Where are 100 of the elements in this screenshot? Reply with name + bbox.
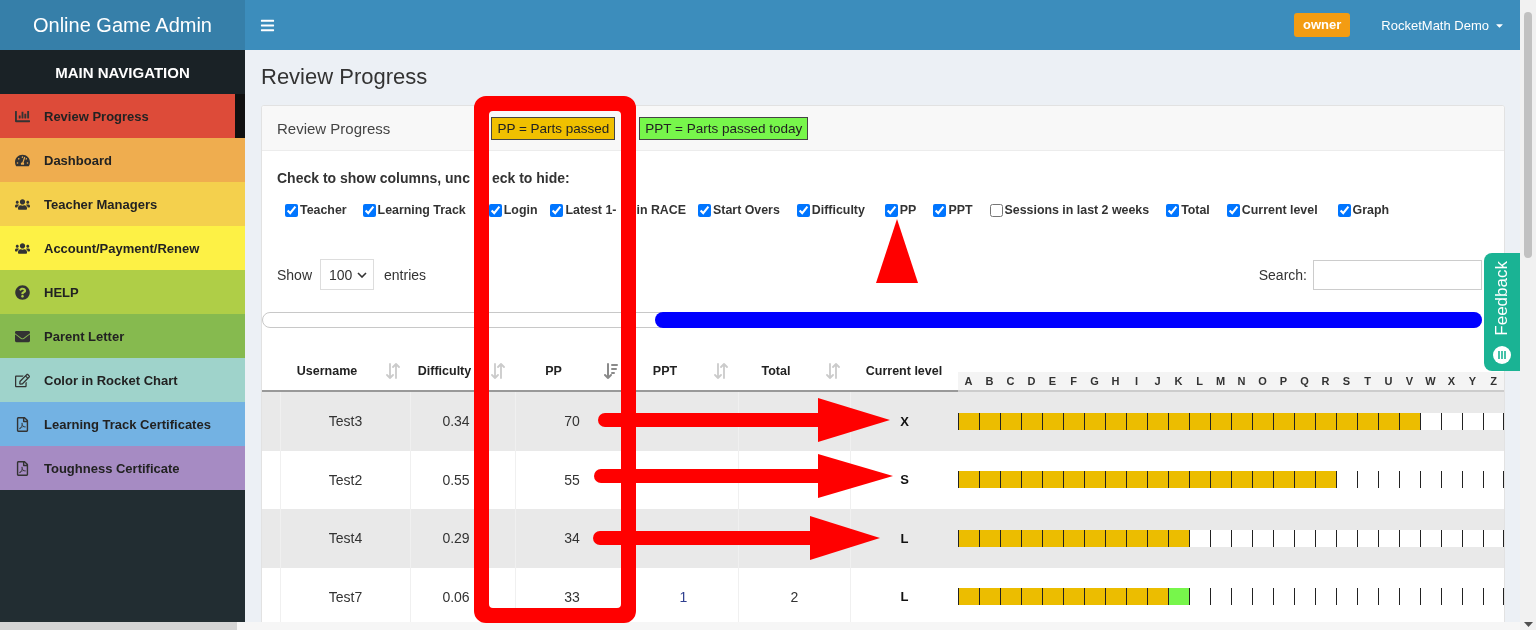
nav-item[interactable]: Color in Rocket Chart: [0, 358, 245, 402]
checkbox-label[interactable]: Total: [1181, 203, 1210, 217]
table-cell: Test4: [328, 530, 363, 547]
table-cell: 55: [564, 471, 580, 488]
checkbox-label[interactable]: Teacher: [300, 203, 347, 217]
brand-title[interactable]: Online Game Admin: [0, 0, 245, 50]
checkbox-label[interactable]: Sessions in last 2 weeks: [1004, 203, 1150, 217]
column-letter: J: [1153, 374, 1162, 389]
checkbox-label[interactable]: Difficulty: [811, 203, 865, 217]
column-letter: I: [1133, 374, 1140, 389]
column-letter: X: [1446, 374, 1457, 389]
nav-item[interactable]: Dashboard: [0, 138, 245, 182]
column-letter: C: [1005, 374, 1016, 389]
vertical-scrollbar[interactable]: [1520, 0, 1536, 630]
legend-tag: PPT = Parts passed today: [639, 116, 809, 140]
checkbox[interactable]: [362, 203, 376, 217]
column-header: Current level: [865, 364, 943, 378]
checkbox-label[interactable]: in RACE: [636, 203, 687, 217]
checkbox-label[interactable]: PP: [899, 203, 917, 217]
column-letter: B: [984, 374, 995, 389]
table-cell: 1: [679, 588, 688, 605]
nav-item[interactable]: Parent Letter: [0, 314, 245, 358]
checkbox[interactable]: [488, 203, 502, 217]
checkbox[interactable]: [698, 203, 712, 217]
checkbox-label[interactable]: Latest 1-: [565, 203, 617, 217]
checkbox-label[interactable]: Graph: [1352, 203, 1390, 217]
caret-down-icon[interactable]: [1523, 622, 1533, 627]
legend-tag: PP = Parts passed: [491, 116, 616, 140]
checkbox[interactable]: [989, 203, 1003, 217]
column-letter: D: [1026, 374, 1037, 389]
nav-item[interactable]: Account/Payment/Renew: [0, 226, 245, 270]
column-letter: F: [1069, 374, 1078, 389]
column-letter: L: [1195, 374, 1204, 389]
search-field[interactable]: [1313, 259, 1482, 290]
checkbox[interactable]: [1337, 203, 1351, 217]
column-letter: H: [1110, 374, 1121, 389]
column-letter: E: [1047, 374, 1058, 389]
checkbox-label[interactable]: Login: [503, 203, 538, 217]
table-cell: 0.55: [442, 471, 470, 488]
bar-chart-icon: [15, 108, 30, 124]
column-letter: A: [963, 374, 974, 389]
nav-item[interactable]: Review Progress: [0, 94, 245, 138]
entries-select[interactable]: 100: [320, 259, 375, 290]
checkbox[interactable]: [550, 203, 564, 217]
table-cell: 33: [564, 588, 580, 605]
column-letter: M: [1214, 374, 1227, 389]
nav-item[interactable]: Learning Track Certificates: [0, 402, 245, 446]
column-letter: W: [1424, 374, 1437, 389]
column-header[interactable]: Total: [761, 364, 791, 378]
chevron-down-icon: [357, 271, 368, 278]
search-label: Search:: [1258, 266, 1307, 283]
checkbox[interactable]: [933, 203, 947, 217]
table-cell: Test2: [328, 471, 363, 488]
checkbox-label[interactable]: Start Overs: [713, 203, 780, 217]
checkbox[interactable]: [1166, 203, 1180, 217]
scrollbar-thumb[interactable]: [0, 622, 237, 630]
column-letter: G: [1089, 374, 1100, 389]
checkbox-label[interactable]: Learning Track: [377, 203, 466, 217]
table-cell: Test7: [328, 588, 363, 605]
nav-item[interactable]: Toughness Certificate: [0, 446, 245, 490]
role-badge: owner: [1294, 13, 1351, 37]
column-letter: Z: [1489, 374, 1498, 389]
users-icon: [15, 196, 30, 212]
nav-item[interactable]: Teacher Managers: [0, 182, 245, 226]
column-header[interactable]: PP: [545, 364, 562, 378]
column-header[interactable]: PPT: [652, 364, 678, 378]
users-icon: [15, 240, 30, 256]
column-header[interactable]: Username: [296, 364, 358, 378]
column-letter: K: [1173, 374, 1184, 389]
table-cell: X: [900, 413, 909, 429]
column-letter: O: [1257, 374, 1268, 389]
horizontal-scrollbar[interactable]: [0, 622, 1520, 630]
table-scrollbar[interactable]: [262, 312, 1482, 328]
scrollbar-thumb[interactable]: [1524, 12, 1532, 258]
envelope-icon: [15, 328, 30, 344]
column-letter: N: [1236, 374, 1247, 389]
instructions-text: Check to show columns, unc: [277, 170, 470, 186]
instructions-text: eck to hide:: [491, 170, 570, 186]
user-menu[interactable]: RocketMath Demo: [1381, 17, 1505, 33]
entries-label: entries: [384, 266, 427, 283]
sort-descending-icon[interactable]: [604, 363, 618, 379]
checkbox[interactable]: [285, 203, 298, 217]
checkbox-label[interactable]: Current level: [1241, 203, 1318, 217]
panel-title: Review Progress: [277, 119, 391, 137]
column-letter: Y: [1467, 374, 1478, 389]
column-letter: P: [1278, 374, 1289, 389]
table-cell: 0.34: [442, 413, 470, 430]
checkbox[interactable]: [1226, 203, 1240, 217]
nav-item[interactable]: HELP: [0, 270, 245, 314]
page-title: Review Progress: [261, 63, 428, 91]
column-letter: Q: [1299, 374, 1310, 389]
scrollbar-thumb[interactable]: [655, 312, 1482, 328]
column-header[interactable]: Difficulty: [417, 364, 472, 378]
nav-heading: MAIN NAVIGATION: [0, 50, 245, 94]
table-cell: L: [900, 530, 909, 546]
menu-icon[interactable]: [260, 17, 275, 33]
table-cell: 70: [564, 413, 580, 430]
checkbox[interactable]: [796, 203, 810, 217]
checkbox-label[interactable]: PPT: [948, 203, 973, 217]
checkbox[interactable]: [884, 203, 898, 217]
